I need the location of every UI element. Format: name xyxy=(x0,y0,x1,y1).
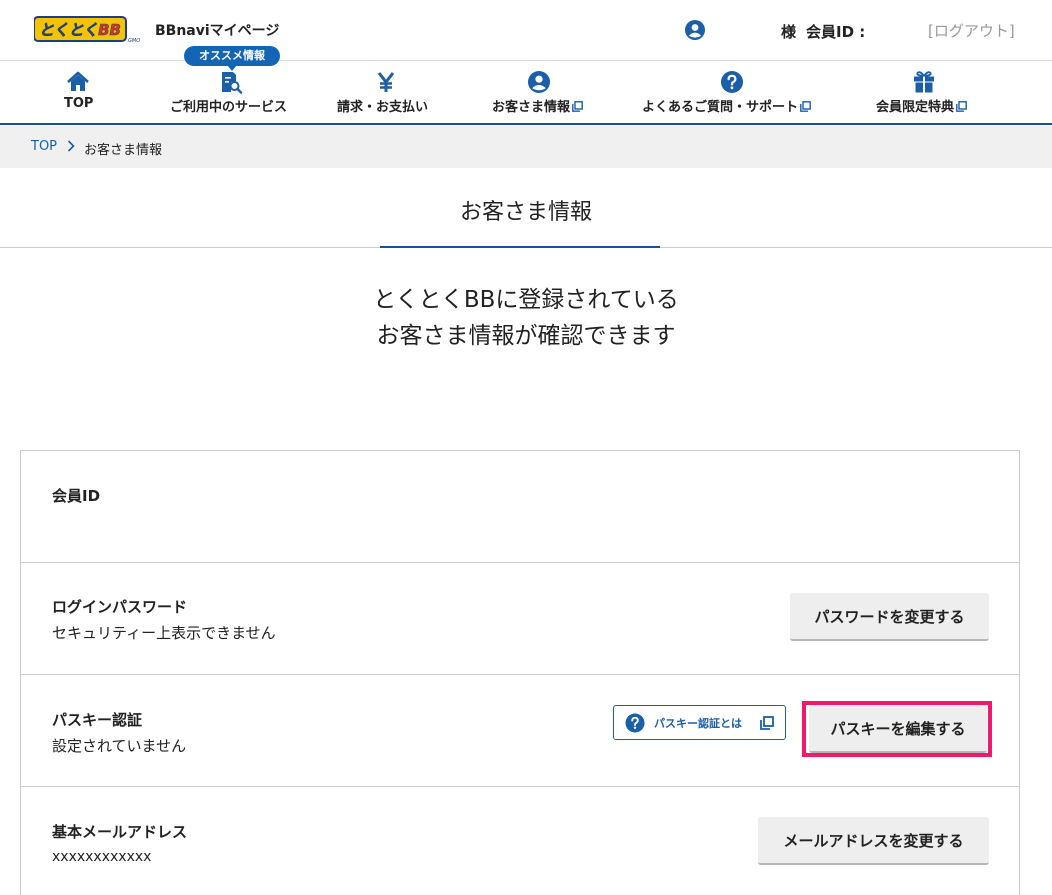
password-value: セキュリティー上表示できません xyxy=(52,624,276,642)
recommended-info-badge[interactable]: オススメ情報 xyxy=(184,46,280,71)
password-label: ログインパスワード xyxy=(52,598,188,616)
nav-item-member-benefits[interactable]: 会員限定特典 xyxy=(868,61,980,123)
chevron-right-icon xyxy=(67,140,75,152)
external-link-icon xyxy=(800,101,811,112)
nav-label: お客さま情報 xyxy=(492,96,583,115)
question-icon xyxy=(625,713,645,733)
nav-item-billing[interactable]: 請求・お支払い xyxy=(330,61,442,123)
customer-info-card: 会員ID ログインパスワード セキュリティー上表示できません パスワードを変更す… xyxy=(20,450,1020,895)
lead-text: とくとくBBに登録されている お客さま情報が確認できます xyxy=(0,282,1052,354)
breadcrumb: TOP お客さま情報 xyxy=(0,126,1052,168)
passkey-row: パスキー認証 設定されていません パスキー認証とは パスキーを編集する xyxy=(21,675,1019,787)
email-label: 基本メールアドレス xyxy=(52,823,188,841)
breadcrumb-top-link[interactable]: TOP xyxy=(31,139,57,154)
external-link-icon xyxy=(760,716,774,730)
question-icon xyxy=(721,71,743,93)
yen-icon xyxy=(377,72,395,92)
external-link-icon xyxy=(956,101,967,112)
svg-text:とくとくBB: とくとくBB xyxy=(39,21,121,39)
passkey-help-label: パスキー認証とは xyxy=(654,717,742,730)
user-icon xyxy=(685,20,705,40)
email-row: 基本メールアドレス xxxxxxxxxxxx メールアドレスを変更する xyxy=(21,787,1019,895)
site-name: BBnaviマイページ xyxy=(155,23,280,39)
lead-line-2: お客さま情報が確認できます xyxy=(376,323,676,349)
gift-icon xyxy=(914,71,934,93)
logout-link[interactable]: [ログアウト] xyxy=(928,20,1015,41)
svg-text:GMO: GMO xyxy=(128,38,140,44)
tokutoku-bb-logo[interactable]: とくとくBB GMO xyxy=(34,15,148,45)
change-email-button[interactable]: メールアドレスを変更する xyxy=(758,817,989,865)
title-accent-bar xyxy=(380,246,660,248)
member-id-label: 会員ID xyxy=(52,487,101,505)
home-icon xyxy=(67,71,89,91)
passkey-help-link[interactable]: パスキー認証とは xyxy=(613,705,786,740)
global-nav: TOP ご利用中のサービス 請求・お支払い お客さま情報 よくあるご質問・サポー… xyxy=(0,61,1052,125)
nav-label: よくあるご質問・サポート xyxy=(642,96,811,115)
passkey-value: 設定されていません xyxy=(52,737,187,755)
person-icon xyxy=(528,71,550,93)
nav-item-faq-support[interactable]: よくあるご質問・サポート xyxy=(634,61,830,123)
change-password-button[interactable]: パスワードを変更する xyxy=(790,593,989,641)
nav-label: 会員限定特典 xyxy=(876,96,967,115)
page-title: お客さま情報 xyxy=(459,200,592,225)
nav-label: ご利用中のサービス xyxy=(170,100,288,115)
member-id-row: 会員ID xyxy=(21,451,1019,563)
password-row: ログインパスワード セキュリティー上表示できません パスワードを変更する xyxy=(21,563,1019,675)
member-id-label: 会員ID : xyxy=(806,23,866,41)
lead-line-1: とくとくBBに登録されている xyxy=(373,287,679,313)
nav-item-customer-info[interactable]: お客さま情報 xyxy=(482,61,598,123)
breadcrumb-current: お客さま情報 xyxy=(84,143,163,158)
email-value: xxxxxxxxxxxx xyxy=(52,849,152,865)
nav-label: 請求・お支払い xyxy=(337,100,429,115)
edit-passkey-button[interactable]: パスキーを編集する xyxy=(809,705,987,753)
service-search-icon xyxy=(222,72,243,94)
nav-label: TOP xyxy=(64,96,94,111)
site-header: とくとくBB GMO BBnaviマイページ 様 会員ID : [ログアウト] xyxy=(0,0,1052,61)
passkey-label: パスキー認証 xyxy=(52,711,143,729)
external-link-icon xyxy=(572,101,583,112)
honorific-label: 様 xyxy=(781,23,797,41)
nav-item-top[interactable]: TOP xyxy=(40,61,116,123)
